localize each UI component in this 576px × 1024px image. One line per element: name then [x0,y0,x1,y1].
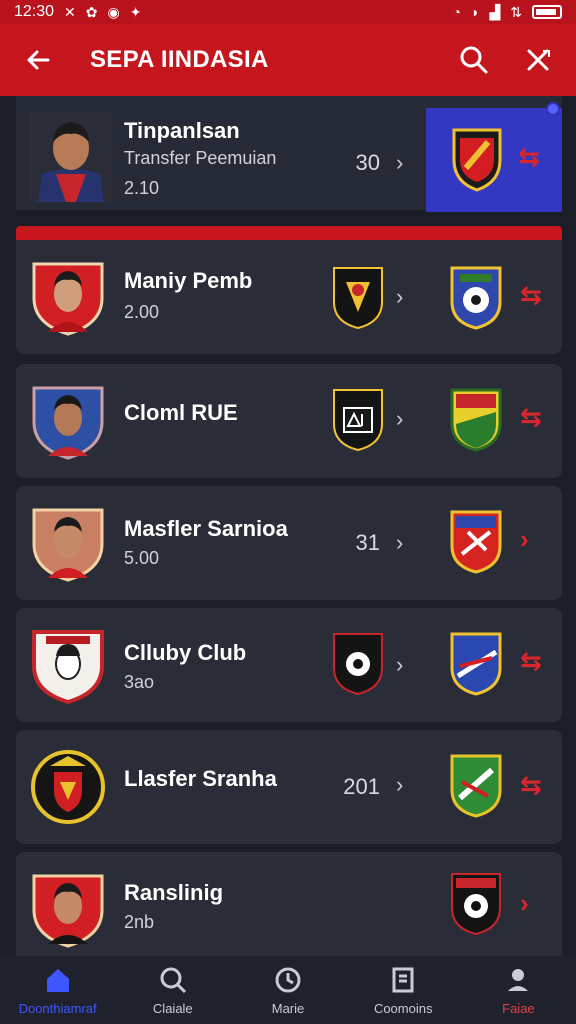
player-name: Llasfer Sranha [124,766,277,791]
player-name: Cloml RUE [124,400,238,425]
bottom-navigation: Doonthiamraf Claiale Marie Coomoins Faia… [0,956,576,1024]
search-icon [160,967,186,993]
player-value: 2nb [124,912,155,932]
score-text: 31 [355,530,380,555]
transfer-action-icon[interactable]: › [520,888,529,919]
to-club-crest-icon [451,873,501,936]
list-item[interactable]: Llasfer Sranha 201 › ⇆ [16,730,562,844]
status-left: 12:30 ✕ ✿ ◉ ✦ [14,3,141,21]
chevron-right-icon[interactable]: › [396,150,403,176]
chevron-right-icon[interactable]: › [396,530,403,556]
list-item[interactable]: Tinpanlsan Transfer Peemuian 2.10 30 › ⇆ [16,96,562,212]
transfer-action-icon[interactable]: ⇆ [520,646,542,677]
nav-label: Doonthiamraf [18,1000,97,1016]
nav-search[interactable]: Claiale [115,956,230,1024]
from-club-crest-icon [333,389,383,452]
nav-label: Marie [271,1000,305,1016]
transfer-action-icon[interactable]: ⇆ [520,280,542,311]
list-item[interactable]: Masfler Sarnioa 5.00 31 › › [16,486,562,600]
nav-label: Claiale [152,1000,193,1016]
chevron-right-icon[interactable]: › [396,772,403,798]
app-notification-icon: ✿ [85,4,98,20]
transfer-action-icon[interactable]: ⇆ [518,142,540,173]
to-club-crest-icon [450,388,502,452]
close-button[interactable] [518,40,558,80]
transfer-action-icon[interactable]: › [520,524,529,555]
app-actions [454,40,558,80]
score-text: 201 [343,774,380,799]
player-value: 3ao [124,672,155,692]
player-value: 5.00 [124,548,160,568]
from-club-crest-icon [333,267,383,330]
list-item[interactable]: Clluby Club 3ao › ⇆ [16,608,562,722]
player-avatar [32,630,104,704]
to-club-crest-icon [450,632,502,696]
player-avatar [32,508,104,582]
player-name: Maniy Pemb [124,268,253,293]
player-avatar [30,112,112,202]
alarm-icon: ◔ [452,4,462,20]
notification-icon: ✕ [64,4,76,20]
player-name: Tinpanlsan [124,118,240,143]
extra-notification-icon: ✦ [129,4,142,20]
club-logo-icon [31,750,105,824]
nav-time[interactable]: Marie [230,956,345,1024]
chevron-right-icon[interactable]: › [396,652,403,678]
player-name: Masfler Sarnioa [124,516,288,541]
signal-icon: ▟ [489,4,501,20]
player-name: Ranslinig [124,880,224,905]
list-item[interactable]: Maniy Pemb 2.00 › ⇆ [16,240,562,354]
club-crest-icon [452,128,502,192]
player-avatar [32,386,104,460]
status-right: ◔ ◗ ▟ ⇅ [453,5,562,19]
wifi-icon: ◗ [471,4,480,20]
nav-clipboard[interactable]: Coomoins [346,956,461,1024]
player-value: 2.00 [124,302,160,322]
nav-home[interactable]: Doonthiamraf [0,956,115,1024]
list-item[interactable]: Cloml RUE › ⇆ [16,364,562,478]
data-icon: ⇅ [510,4,522,20]
player-value: 2.10 [124,178,160,198]
status-time: 12:30 [14,3,55,20]
clock-icon [275,967,301,992]
player-name: Clluby Club [124,640,247,665]
nav-label: Faiae [502,1000,535,1016]
battery-icon [532,5,562,19]
section-divider [16,226,562,240]
score-text: 30 [355,150,380,175]
page-title: SEPA IINDASIA [90,46,269,73]
back-arrow-icon [27,50,50,70]
home-icon [46,968,69,992]
clipboard-icon [392,967,414,992]
search-button[interactable] [454,40,494,80]
app-bar: SEPA IINDASIA [0,24,576,96]
from-club-crest-icon [333,633,383,696]
player-subtitle: Transfer Peemuian [124,148,277,168]
to-club-crest-icon [450,754,502,818]
transfer-action-icon[interactable]: ⇆ [520,402,542,433]
player-avatar [32,262,104,336]
selected-club-card[interactable]: ⇆ [426,102,562,212]
transfer-action-icon[interactable]: ⇆ [520,770,542,801]
search-icon [460,46,488,74]
status-bar: 12:30 ✕ ✿ ◉ ✦ ◔ ◗ ▟ ⇅ [0,0,576,24]
selection-badge [546,102,560,116]
list-item[interactable]: Ranslinig 2nb › [16,852,562,966]
user-icon [508,968,529,991]
to-club-crest-icon [450,510,502,574]
to-club-crest-icon [450,266,502,330]
close-icon [527,49,550,71]
nav-label: Coomoins [373,1000,433,1016]
chevron-right-icon[interactable]: › [396,284,403,310]
sync-icon: ◉ [107,4,120,20]
chevron-right-icon[interactable]: › [396,406,403,432]
back-button[interactable] [18,40,58,80]
nav-profile[interactable]: Faiae [461,956,576,1024]
player-avatar [32,874,104,948]
